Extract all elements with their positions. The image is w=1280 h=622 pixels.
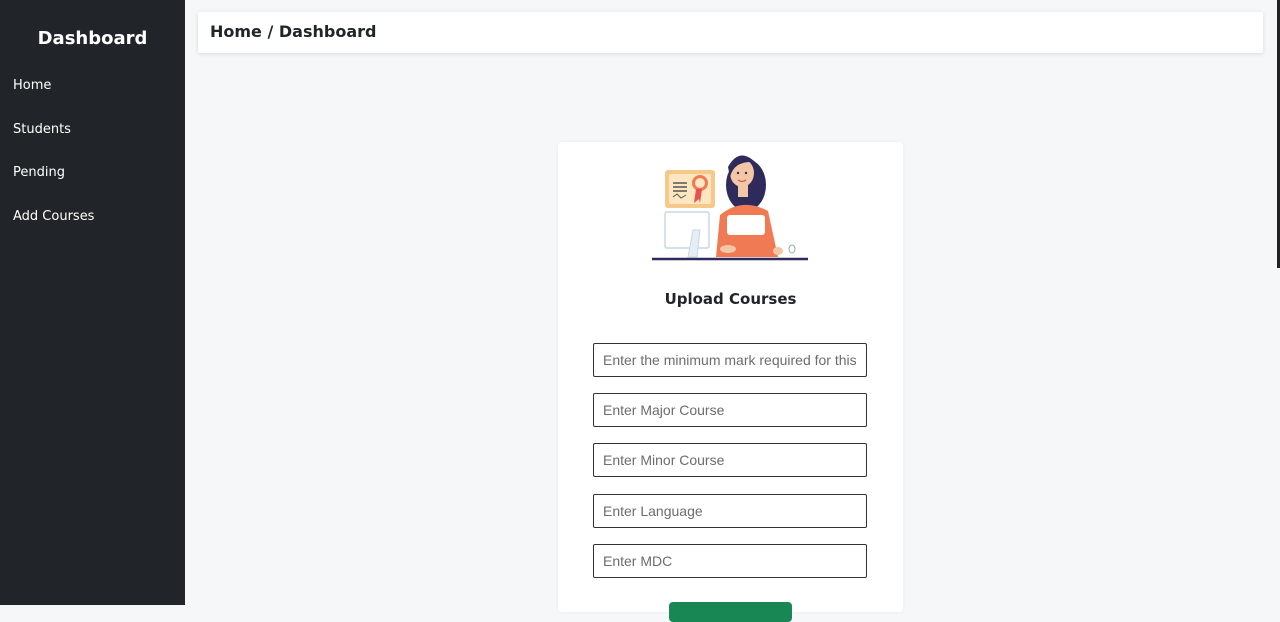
sidebar-item-add-courses[interactable]: Add Courses (13, 209, 94, 224)
breadcrumb: Home / Dashboard (210, 22, 377, 41)
minimum-mark-field[interactable] (593, 343, 867, 377)
teacher-illustration (652, 155, 808, 261)
sidebar-item-home[interactable]: Home (13, 78, 51, 93)
form-title: Upload Courses (664, 290, 797, 308)
submit-button[interactable] (669, 602, 792, 622)
mdc-field[interactable] (593, 544, 867, 578)
upload-courses-card: Upload Courses (558, 142, 903, 622)
sidebar-item-pending[interactable]: Pending (13, 165, 65, 180)
language-field[interactable] (593, 494, 867, 528)
header-bar: Home / Dashboard (198, 12, 1263, 53)
major-course-field[interactable] (593, 393, 867, 427)
sidebar: Dashboard Home Students Pending Add Cour… (0, 0, 185, 605)
minor-course-field[interactable] (593, 443, 867, 477)
sidebar-title: Dashboard (37, 28, 148, 49)
sidebar-item-students[interactable]: Students (13, 122, 71, 137)
